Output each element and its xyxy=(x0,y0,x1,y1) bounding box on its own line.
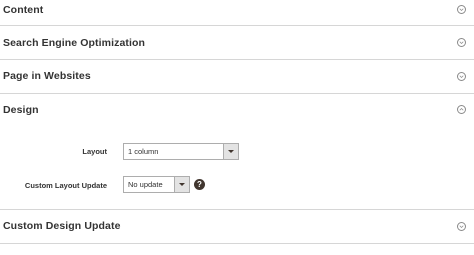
chevron-down-icon[interactable] xyxy=(457,5,466,14)
custom-layout-update-select-value: No update xyxy=(128,180,163,189)
custom-layout-update-select[interactable]: No update xyxy=(123,176,190,193)
section-custom-design-update[interactable]: Custom Design Update xyxy=(0,210,474,243)
layout-select-value: 1 column xyxy=(128,147,159,156)
section-divider xyxy=(0,243,474,244)
section-title-content: Content xyxy=(3,4,44,16)
section-search-engine-optimization[interactable]: Search Engine Optimization xyxy=(0,26,474,59)
dropdown-arrow-icon xyxy=(223,144,238,159)
section-title-custom-design-update: Custom Design Update xyxy=(3,220,121,232)
dropdown-arrow-icon xyxy=(174,177,189,192)
layout-select[interactable]: 1 column xyxy=(123,143,239,160)
section-content[interactable]: Content xyxy=(0,0,474,26)
layout-label: Layout xyxy=(82,147,107,156)
custom-layout-update-label: Custom Layout Update xyxy=(24,181,107,190)
section-title-seo: Search Engine Optimization xyxy=(3,37,146,49)
section-title-page-in-websites: Page in Websites xyxy=(3,70,91,82)
chevron-up-icon[interactable] xyxy=(457,105,466,114)
section-design[interactable]: Design xyxy=(0,94,474,124)
section-page-in-websites[interactable]: Page in Websites xyxy=(0,60,474,93)
section-title-design: Design xyxy=(3,104,39,116)
chevron-down-icon[interactable] xyxy=(457,72,466,81)
help-icon[interactable]: ? xyxy=(194,179,205,190)
chevron-down-icon[interactable] xyxy=(457,38,466,47)
chevron-down-icon[interactable] xyxy=(457,222,466,231)
